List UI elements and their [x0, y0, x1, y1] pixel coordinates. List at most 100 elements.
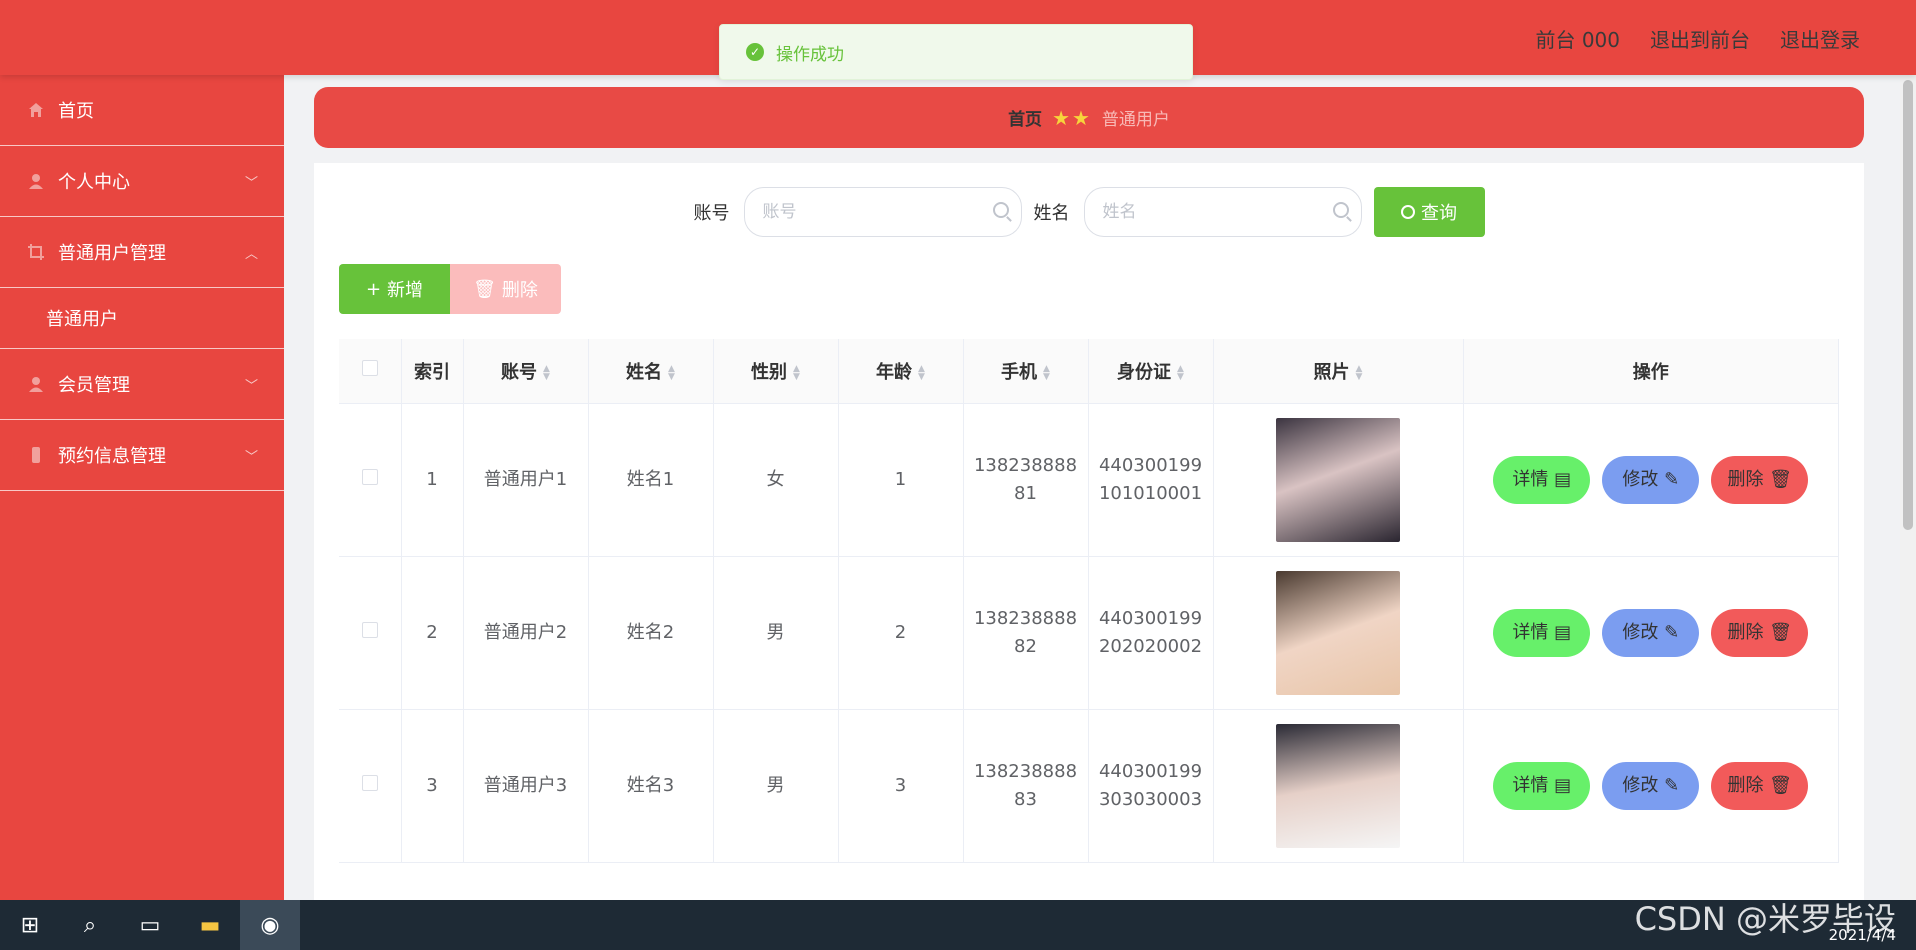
edit-button[interactable]: 修改 ✎	[1602, 761, 1700, 810]
sort-icon[interactable]: ▲ ▼	[543, 364, 550, 381]
scrollbar-thumb[interactable]	[1903, 80, 1913, 530]
main-content: 首页 ★★ 普通用户 账号 姓名 查询 + 新增	[284, 75, 1916, 900]
row-checkbox[interactable]	[361, 621, 378, 638]
detail-button[interactable]: 详情 ▤	[1493, 761, 1591, 810]
cell-index: 3	[401, 709, 464, 863]
batch-delete-button[interactable]: 🗑 删除	[450, 264, 561, 314]
breadcrumb: 首页 ★★ 普通用户	[314, 87, 1864, 148]
col-phone[interactable]: 手机 ▲ ▼	[963, 339, 1089, 404]
col-name[interactable]: 姓名 ▲ ▼	[588, 339, 714, 404]
trash-icon: 🗑	[473, 278, 496, 300]
sort-icon[interactable]: ▲ ▼	[1177, 364, 1184, 381]
account-search-input[interactable]	[744, 188, 1021, 236]
user-icon	[26, 171, 46, 191]
sidebar-item-label: 个人中心	[58, 172, 130, 193]
query-button-label: 查询	[1421, 203, 1457, 224]
col-photo[interactable]: 照片 ▲ ▼	[1213, 339, 1464, 404]
chevron-down-icon: ﹀	[244, 379, 258, 394]
page-scrollbar[interactable]	[1900, 75, 1916, 900]
delete-button[interactable]: 删除 🗑	[1711, 455, 1809, 504]
table-row: 2 普通用户2 姓名2 男 2 138238888 82 440300199 202…	[339, 556, 1839, 710]
cell-photo	[1213, 403, 1464, 557]
delete-button[interactable]: 删除 🗑	[1711, 608, 1809, 657]
select-all-cell	[339, 339, 402, 404]
windows-start-icon[interactable]: ⊞	[0, 900, 60, 950]
col-idcard[interactable]: 身份证 ▲ ▼	[1088, 339, 1214, 404]
cell-age: 1	[838, 403, 964, 557]
search-bar: 账号 姓名 查询	[314, 187, 1864, 237]
sidebar-item-booking-management[interactable]: 预约信息管理 ﹀	[0, 420, 284, 491]
os-taskbar: ⊞ ⌕ ▭ ▬ ◉ 2021/4/4	[0, 900, 1916, 950]
task-view-icon[interactable]: ▭	[120, 900, 180, 950]
user-icon	[26, 374, 46, 394]
account-label: 账号	[693, 203, 730, 224]
col-actions: 操作	[1463, 339, 1839, 404]
cell-actions: 详情 ▤ 修改 ✎ 删除 🗑	[1463, 556, 1839, 710]
content-panel: 账号 姓名 查询 + 新增 🗑 删除	[314, 163, 1864, 900]
user-photo[interactable]	[1276, 723, 1400, 848]
sort-icon[interactable]: ▲ ▼	[793, 364, 800, 381]
user-photo[interactable]	[1276, 417, 1400, 542]
sidebar-item-label: 首页	[58, 101, 94, 122]
user-photo[interactable]	[1276, 570, 1400, 695]
sidebar-subitem-normal-user[interactable]: 普通用户	[0, 288, 284, 349]
search-icon	[992, 202, 1009, 218]
check-circle-icon: ✓	[746, 43, 764, 61]
sidebar-item-user-management[interactable]: 普通用户管理 ︿	[0, 217, 284, 288]
sort-icon[interactable]: ▲ ▼	[1356, 364, 1363, 381]
col-age[interactable]: 年龄 ▲ ▼	[838, 339, 964, 404]
edit-button[interactable]: 修改 ✎	[1602, 608, 1700, 657]
sidebar-item-personal-center[interactable]: 个人中心 ﹀	[0, 146, 284, 217]
table-row: 1 普通用户1 姓名1 女 1 138238888 81 440300199 101…	[339, 403, 1839, 557]
cell-index: 1	[401, 403, 464, 557]
edit-button[interactable]: 修改 ✎	[1602, 455, 1700, 504]
row-checkbox[interactable]	[361, 468, 378, 485]
cell-phone: 138238888 81	[963, 403, 1089, 557]
add-button[interactable]: + 新增	[339, 264, 450, 314]
sidebar-item-label: 普通用户管理	[58, 243, 166, 264]
name-search-field	[1083, 187, 1362, 237]
detail-button[interactable]: 详情 ▤	[1493, 608, 1591, 657]
sidebar-subitem-label: 普通用户	[46, 309, 118, 330]
cell-age: 2	[838, 556, 964, 710]
query-button[interactable]: 查询	[1373, 187, 1485, 237]
delete-button[interactable]: 删除 🗑	[1711, 761, 1809, 810]
sidebar-item-member-management[interactable]: 会员管理 ﹀	[0, 349, 284, 420]
sidebar-item-label: 会员管理	[58, 375, 130, 396]
breadcrumb-home[interactable]: 首页	[1008, 105, 1042, 130]
sort-icon[interactable]: ▲ ▼	[918, 364, 925, 381]
col-account[interactable]: 账号 ▲ ▼	[463, 339, 589, 404]
exit-to-frontend-link[interactable]: 退出到前台	[1650, 24, 1750, 53]
sidebar-item-home[interactable]: 首页	[0, 75, 284, 146]
phone-icon	[26, 445, 46, 465]
logout-link[interactable]: 退出登录	[1780, 24, 1860, 53]
chevron-down-icon: ﹀	[244, 176, 258, 191]
table-header-row: 索引 账号 ▲ ▼ 姓名 ▲ ▼ 性别 ▲ ▼ 年龄 ▲ ▼ 手机 ▲ ▼ 身份证 ▲ ▼ 照片 ▲ ▼ 操…	[339, 339, 1839, 404]
success-toast: ✓ 操作成功	[719, 24, 1193, 80]
cell-account: 普通用户1	[463, 403, 589, 557]
user-table: 索引 账号 ▲ ▼ 姓名 ▲ ▼ 性别 ▲ ▼ 年龄 ▲ ▼ 手机 ▲ ▼ 身份证 ▲ ▼ 照片 ▲ ▼ 操…	[339, 339, 1839, 863]
search-icon	[1332, 202, 1349, 218]
name-search-input[interactable]	[1084, 188, 1361, 236]
cell-name: 姓名2	[588, 556, 714, 710]
cell-phone: 138238888 82	[963, 556, 1089, 710]
chrome-icon[interactable]: ◉	[240, 900, 300, 950]
cell-gender: 男	[713, 709, 839, 863]
cell-phone: 138238888 83	[963, 709, 1089, 863]
detail-button[interactable]: 详情 ▤	[1493, 455, 1591, 504]
search-icon[interactable]: ⌕	[60, 900, 120, 950]
chevron-down-icon: ﹀	[244, 450, 258, 465]
sort-icon[interactable]: ▲ ▼	[668, 364, 675, 381]
cell-account: 普通用户3	[463, 709, 589, 863]
file-explorer-icon[interactable]: ▬	[180, 900, 240, 950]
frontend-user-link[interactable]: 前台 000	[1535, 24, 1620, 53]
select-all-checkbox[interactable]	[361, 360, 378, 377]
sort-icon[interactable]: ▲ ▼	[1043, 364, 1050, 381]
row-checkbox[interactable]	[361, 774, 378, 791]
cell-gender: 男	[713, 556, 839, 710]
cell-index: 2	[401, 556, 464, 710]
cell-idcard: 440300199 303030003	[1088, 709, 1214, 863]
breadcrumb-current: 普通用户	[1101, 110, 1170, 130]
col-gender[interactable]: 性别 ▲ ▼	[713, 339, 839, 404]
header-links: 前台 000 退出到前台 退出登录	[1535, 24, 1860, 53]
